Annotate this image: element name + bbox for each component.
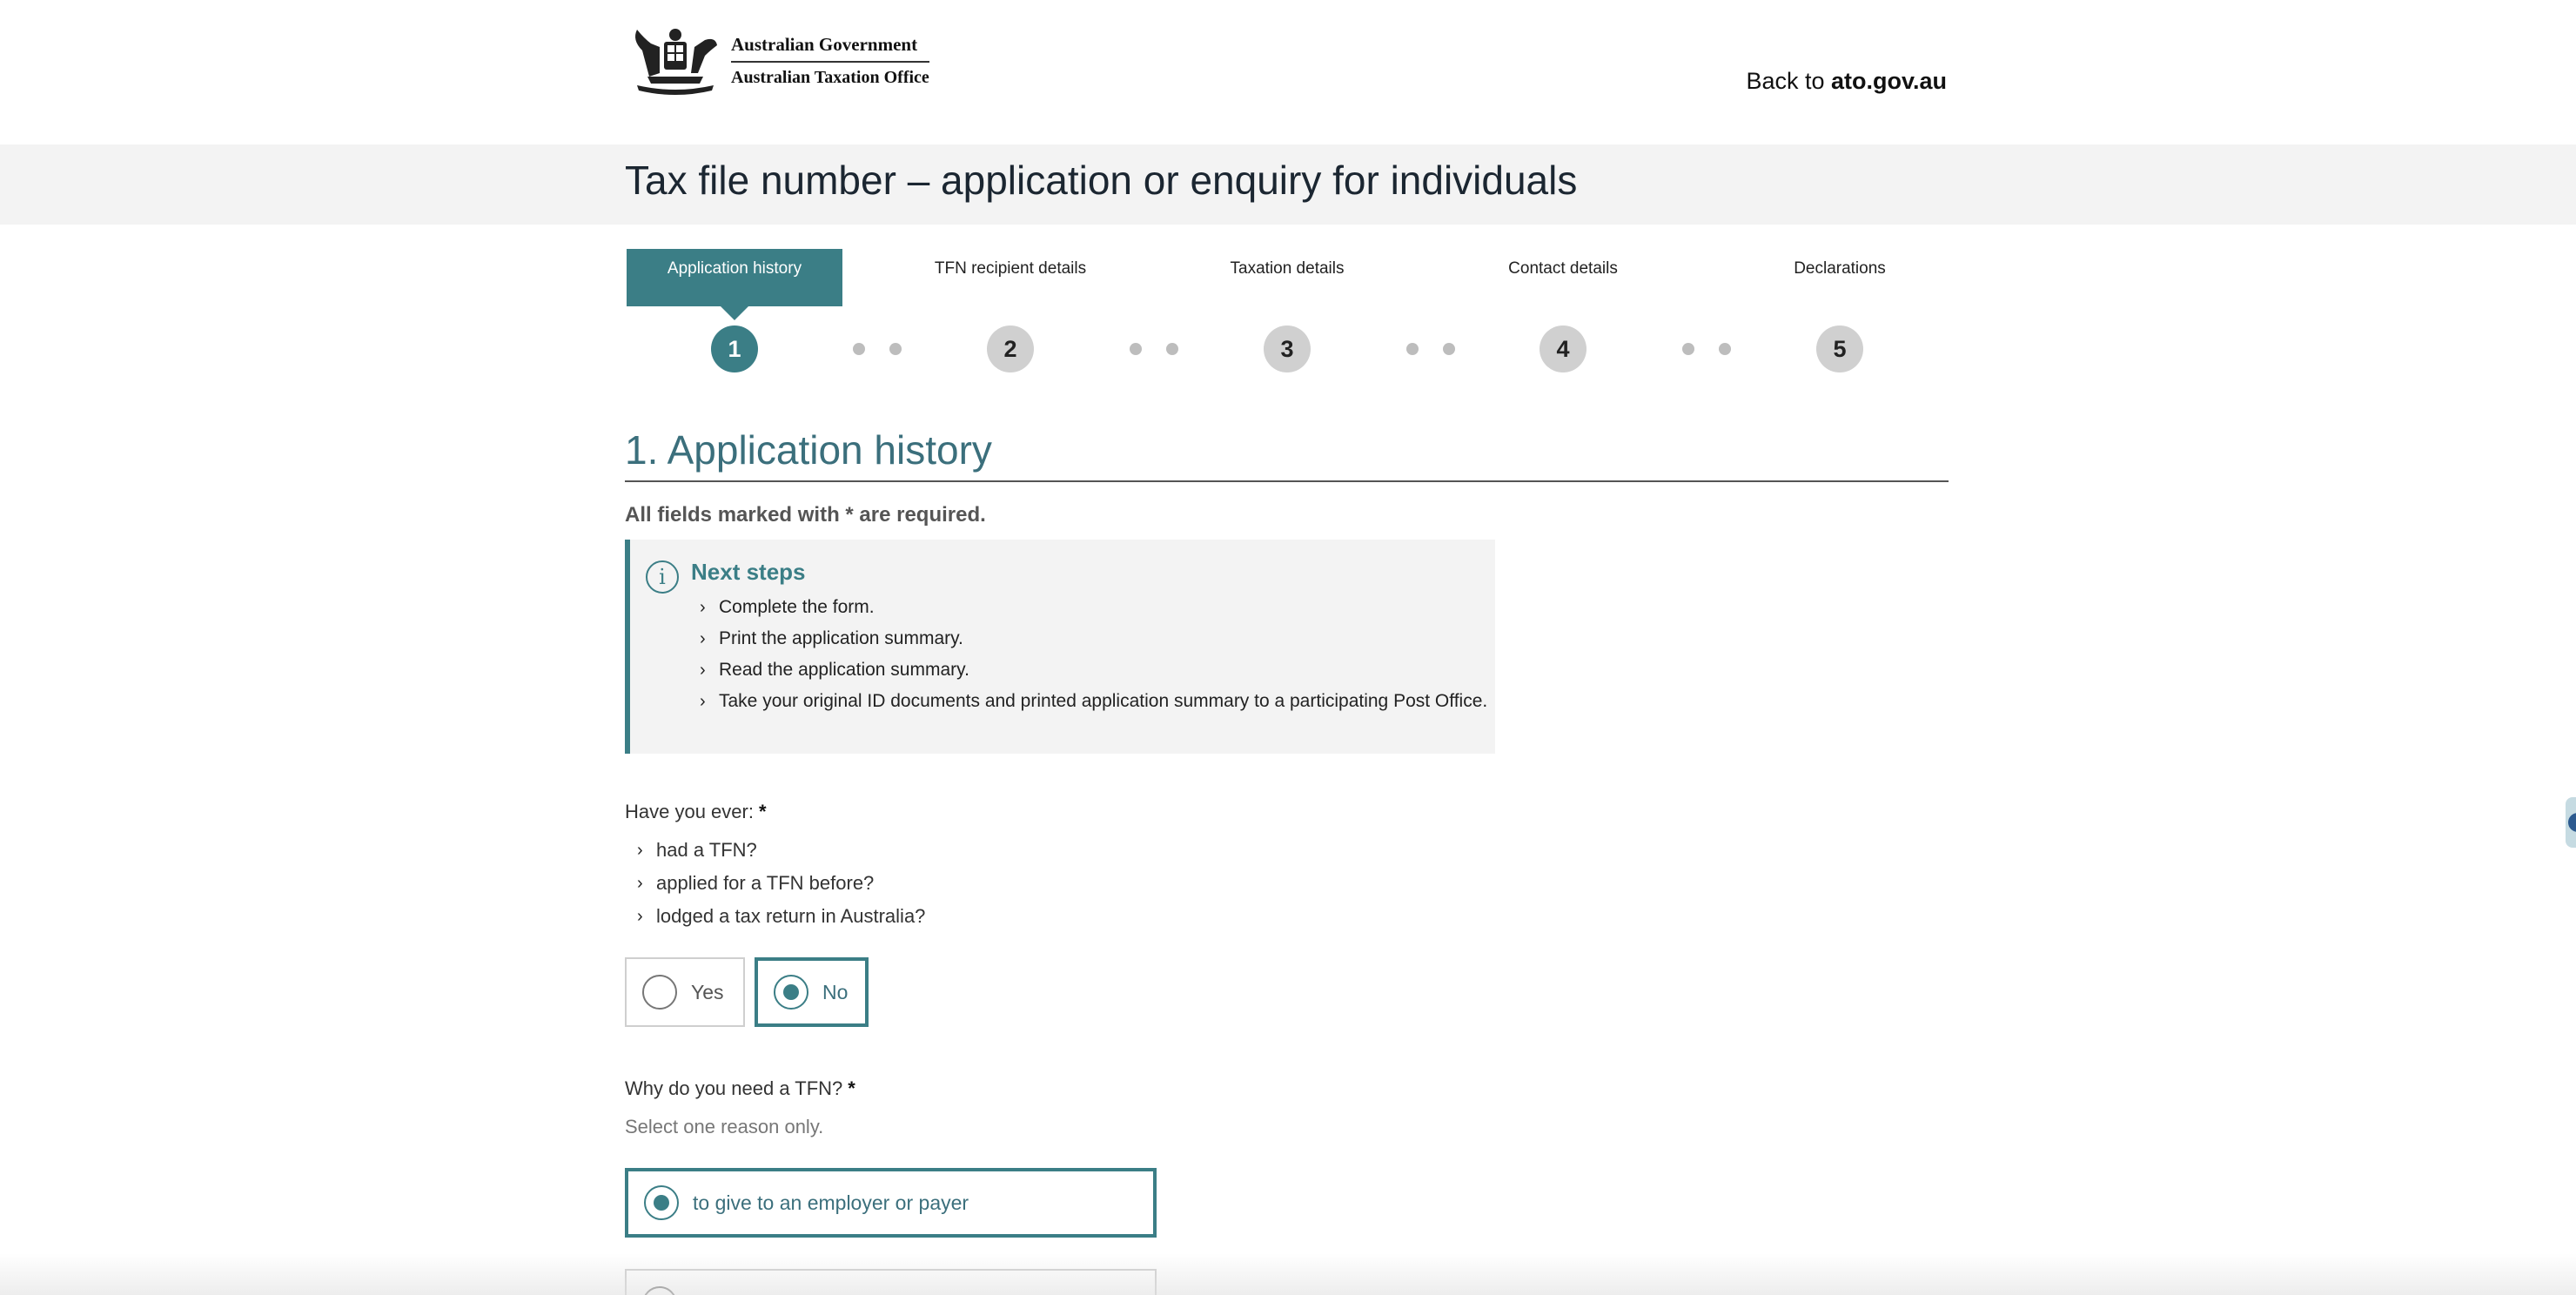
step-number: 1 [711,325,758,372]
chevron-right-icon: › [700,629,706,648]
list-item-text: Take your original ID documents and prin… [719,691,1488,711]
radio-label: Yes [691,980,724,1003]
list-item-text: applied for a TFN before? [656,872,875,894]
step-number: 5 [1816,325,1863,372]
step-application-history[interactable]: Application history 1 [627,249,842,379]
required-note-prefix: All fields marked with [625,503,846,527]
yes-radio-option[interactable]: Yes [625,957,745,1027]
chevron-right-icon: › [637,907,643,926]
next-steps-title: Next steps [691,559,806,585]
reason-radio-option[interactable] [625,1269,1157,1295]
required-star: * [848,1077,855,1099]
back-link-prefix: Back to [1746,68,1831,94]
step-number: 4 [1540,325,1587,372]
back-link-domain: ato.gov.au [1830,68,1947,94]
chevron-right-icon: › [637,874,643,893]
list-item: › Take your original ID documents and pri… [700,686,1487,717]
accessibility-icon [2568,813,2576,832]
radio-label: No [822,980,849,1003]
select-one-hint: Select one reason only. [625,1116,824,1137]
question-text: Why do you need a TFN? [625,1077,843,1099]
list-item: › Print the application summary. [700,623,1487,654]
coat-of-arms-icon [635,29,717,95]
section-divider [625,480,1949,482]
step-label: TFN recipient details [934,259,1087,278]
progress-stepper: Application history 1 TFN recipient deta… [625,249,1949,379]
list-item-text: Read the application summary. [719,660,969,680]
required-fields-note: All fields marked with * are required. [625,503,986,527]
step-taxation-details[interactable]: Taxation details 3 [1179,249,1395,379]
step-connector [853,343,902,355]
list-item: › applied for a TFN before? [637,867,925,900]
employer-payer-radio-option[interactable]: to give to an employer or payer [625,1168,1157,1238]
accessibility-tab[interactable] [2566,797,2576,848]
list-item: › lodged a tax return in Australia? [637,900,925,933]
radio-label: to give to an employer or payer [693,1191,969,1214]
list-item-text: lodged a tax return in Australia? [656,905,926,927]
next-steps-panel: i Next steps › Complete the form. › Print … [625,540,1495,754]
step-tfn-recipient-details[interactable]: TFN recipient details 2 [902,249,1118,379]
step-declarations[interactable]: Declarations 5 [1732,249,1948,379]
step-label: Taxation details [1230,259,1345,278]
chevron-right-icon: › [700,598,706,617]
have-you-ever-list: › had a TFN? › applied for a TFN before? ›… [637,834,925,933]
page-title: Tax file number – application or enquiry… [625,158,1578,203]
step-label: Contact details [1508,259,1618,278]
required-note-suffix: are required. [853,503,986,527]
radio-button[interactable] [642,1286,677,1295]
section-heading: 1. Application history [625,427,992,473]
list-item-text: had a TFN? [656,839,757,861]
chevron-right-icon: › [637,841,643,860]
chevron-right-icon: › [700,692,706,711]
have-you-ever-label: Have you ever: * [625,801,767,823]
list-item: › Read the application summary. [700,654,1487,686]
step-contact-details[interactable]: Contact details 4 [1455,249,1671,379]
back-to-ato-link[interactable]: Back to ato.gov.au [1746,68,1947,95]
next-steps-list: › Complete the form. › Print the applicati… [700,592,1487,717]
list-item-text: Print the application summary. [719,628,963,648]
no-radio-option[interactable]: No [755,957,869,1027]
step-connector [1682,343,1731,355]
why-need-tfn-label: Why do you need a TFN? * [625,1077,855,1100]
step-label: Application history [627,249,842,320]
chevron-right-icon: › [700,661,706,680]
step-connector [1406,343,1455,355]
site-header: Australian Government Australian Taxatio… [0,0,2576,144]
step-label: Declarations [1794,259,1886,278]
logo-government-text: Australian Government [731,34,929,63]
radio-button[interactable] [644,1185,679,1220]
info-icon: i [646,560,679,594]
logo-text: Australian Government Australian Taxatio… [731,34,929,88]
step-connector [1130,343,1178,355]
list-item: › Complete the form. [700,592,1487,623]
ato-logo[interactable]: Australian Government Australian Taxatio… [625,24,929,97]
required-star: * [845,503,854,527]
list-item-text: Complete the form. [719,597,875,617]
logo-ato-text: Australian Taxation Office [731,68,929,87]
step-number: 3 [1264,325,1311,372]
list-item: › had a TFN? [637,834,925,867]
question-text: Have you ever: [625,801,754,822]
required-star: * [758,801,767,822]
step-number: 2 [987,325,1034,372]
radio-button[interactable] [774,975,808,1010]
radio-button[interactable] [642,975,677,1010]
bottom-shadow [0,1253,2576,1295]
